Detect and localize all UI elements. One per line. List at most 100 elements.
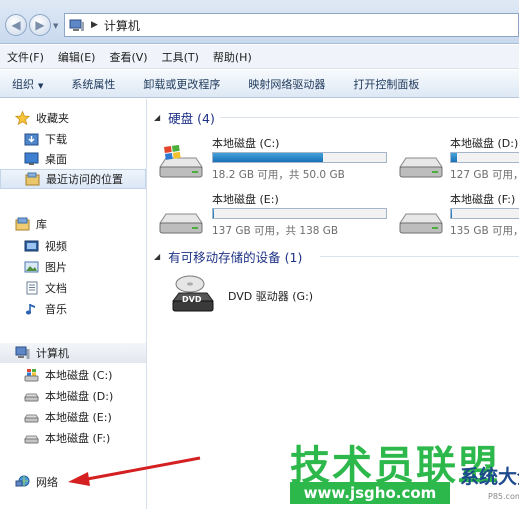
windows-drive-icon (24, 368, 39, 382)
menu-help[interactable]: 帮助(H) (213, 49, 252, 65)
nav-item-label: 音乐 (45, 303, 67, 316)
hard-drive-icon (158, 201, 204, 238)
nav-item-pictures[interactable]: 图片 (0, 257, 146, 277)
nav-item-label: 本地磁盘 (F:) (45, 432, 111, 445)
map-network-drive-button[interactable]: 映射网络驱动器 (248, 76, 325, 92)
nav-item-label: 下载 (45, 133, 67, 146)
hard-drive-icon (398, 145, 444, 182)
drive-tile-d[interactable]: 本地磁盘 (D:) 127 GB 可用， (398, 133, 519, 183)
drive-free-space: 135 GB 可用， (450, 225, 519, 237)
nav-computer[interactable]: 计算机 (0, 343, 146, 363)
menu-edit[interactable]: 编辑(E) (58, 49, 96, 65)
hard-drive-icon (24, 410, 39, 424)
hard-drive-icon (24, 431, 39, 445)
collapse-triangle-icon: ◢ (154, 113, 161, 122)
drive-usage-fill (213, 153, 324, 162)
drive-name: 本地磁盘 (F:) (450, 193, 516, 206)
star-icon (14, 110, 31, 126)
nav-item-drive-c[interactable]: 本地磁盘 (C:) (0, 365, 146, 385)
documents-icon (24, 281, 39, 295)
drive-usage-bar (450, 152, 519, 163)
nav-libraries[interactable]: 库 (0, 214, 146, 234)
address-bar[interactable]: ▶ 计算机 (64, 13, 519, 37)
library-icon (15, 217, 30, 231)
hard-drive-icon (398, 201, 444, 238)
windows-drive-icon (158, 144, 204, 182)
drive-usage-bar (212, 208, 387, 219)
nav-item-videos[interactable]: 视频 (0, 236, 146, 256)
dvd-badge: DVD (182, 295, 202, 304)
menu-view[interactable]: 查看(V) (109, 49, 147, 65)
nav-item-drive-f[interactable]: 本地磁盘 (F:) (0, 428, 146, 448)
removable-storage-group-header[interactable]: ◢ 有可移动存储的设备 (1) (154, 247, 302, 266)
desktop-icon (24, 152, 39, 166)
drive-usage-bar (212, 152, 387, 163)
organize-label: 组织 (12, 77, 34, 91)
nav-item-downloads[interactable]: 下载 (0, 129, 146, 149)
menu-bar: 文件(F) 编辑(E) 查看(V) 工具(T) 帮助(H) (0, 45, 519, 69)
hard-disks-group-header[interactable]: ◢ 硬盘 (4) (154, 108, 215, 127)
uninstall-program-button[interactable]: 卸载或更改程序 (143, 76, 220, 92)
music-note-icon (24, 302, 39, 316)
title-bar: ◀ ▶ ▼ ▶ 计算机 (0, 0, 519, 44)
nav-item-drive-d[interactable]: 本地磁盘 (D:) (0, 386, 146, 406)
computer-icon (69, 19, 85, 32)
annotation-arrow (68, 456, 201, 486)
nav-item-label: 视频 (45, 240, 67, 253)
chevron-down-icon: ▼ (38, 81, 44, 90)
nav-item-documents[interactable]: 文档 (0, 278, 146, 298)
drive-tile-f[interactable]: 本地磁盘 (F:) 135 GB 可用， (398, 189, 519, 239)
drive-usage-fill (213, 209, 215, 218)
group-divider (220, 117, 519, 118)
group-divider (320, 256, 519, 257)
nav-item-label: 最近访问的位置 (46, 173, 123, 186)
forward-button[interactable]: ▶ (29, 14, 51, 36)
drive-name: DVD 驱动器 (G:) (228, 290, 314, 303)
dvd-drive-tile[interactable]: DVD DVD 驱动器 (G:) (170, 271, 370, 317)
nav-computer-label: 计算机 (36, 347, 69, 360)
drive-tile-c[interactable]: 本地磁盘 (C:) 18.2 GB 可用，共 50.0 GB (158, 133, 388, 183)
network-icon (15, 475, 30, 489)
open-control-panel-button[interactable]: 打开控制面板 (353, 76, 419, 92)
nav-item-label: 本地磁盘 (E:) (45, 411, 112, 424)
drive-free-space: 18.2 GB 可用，共 50.0 GB (212, 169, 345, 181)
hard-drive-icon (24, 389, 39, 403)
removable-header-label: 有可移动存储的设备 (1) (168, 250, 303, 265)
pictures-icon (24, 260, 39, 274)
menu-tools[interactable]: 工具(T) (162, 49, 199, 65)
navigation-pane: 收藏夹 下载 桌面 最近访问的位置 库 视频 图片 文档 音乐 计算机 本地磁盘… (0, 99, 147, 509)
drive-usage-bar (450, 208, 519, 219)
organize-button[interactable]: 组织 ▼ (12, 76, 43, 92)
watermark-subtext: 系统大全 (460, 466, 519, 488)
nav-item-label: 桌面 (45, 153, 67, 166)
forward-arrow-icon: ▶ (35, 18, 45, 32)
drive-name: 本地磁盘 (E:) (212, 193, 279, 206)
drive-usage-fill (451, 209, 452, 218)
nav-item-desktop[interactable]: 桌面 (0, 149, 146, 169)
nav-libraries-label: 库 (36, 218, 47, 231)
menu-file[interactable]: 文件(F) (7, 49, 44, 65)
system-properties-button[interactable]: 系统属性 (71, 76, 115, 92)
drive-usage-fill (451, 153, 458, 162)
drive-name: 本地磁盘 (C:) (212, 137, 280, 150)
drive-free-space: 127 GB 可用， (450, 169, 519, 181)
drive-free-space: 137 GB 可用，共 138 GB (212, 225, 339, 237)
nav-item-label: 图片 (45, 261, 67, 274)
recent-pages-dropdown[interactable]: ▼ (53, 22, 58, 30)
breadcrumb-computer[interactable]: 计算机 (104, 17, 140, 34)
nav-item-music[interactable]: 音乐 (0, 299, 146, 319)
drive-name: 本地磁盘 (D:) (450, 137, 519, 150)
nav-item-label: 本地磁盘 (D:) (45, 390, 114, 403)
breadcrumb-arrow-icon[interactable]: ▶ (91, 20, 98, 30)
drive-tile-e[interactable]: 本地磁盘 (E:) 137 GB 可用，共 138 GB (158, 189, 388, 239)
nav-item-drive-e[interactable]: 本地磁盘 (E:) (0, 407, 146, 427)
nav-favorites[interactable]: 收藏夹 (0, 108, 146, 128)
video-icon (24, 239, 39, 253)
command-bar: 组织 ▼ 系统属性 卸载或更改程序 映射网络驱动器 打开控制面板 (0, 70, 519, 98)
hard-disks-header-label: 硬盘 (4) (168, 111, 215, 126)
nav-item-recent-places[interactable]: 最近访问的位置 (0, 169, 146, 189)
back-arrow-icon: ◀ (11, 18, 21, 32)
back-button[interactable]: ◀ (5, 14, 27, 36)
computer-icon (15, 346, 30, 360)
downloads-folder-icon (24, 132, 39, 146)
